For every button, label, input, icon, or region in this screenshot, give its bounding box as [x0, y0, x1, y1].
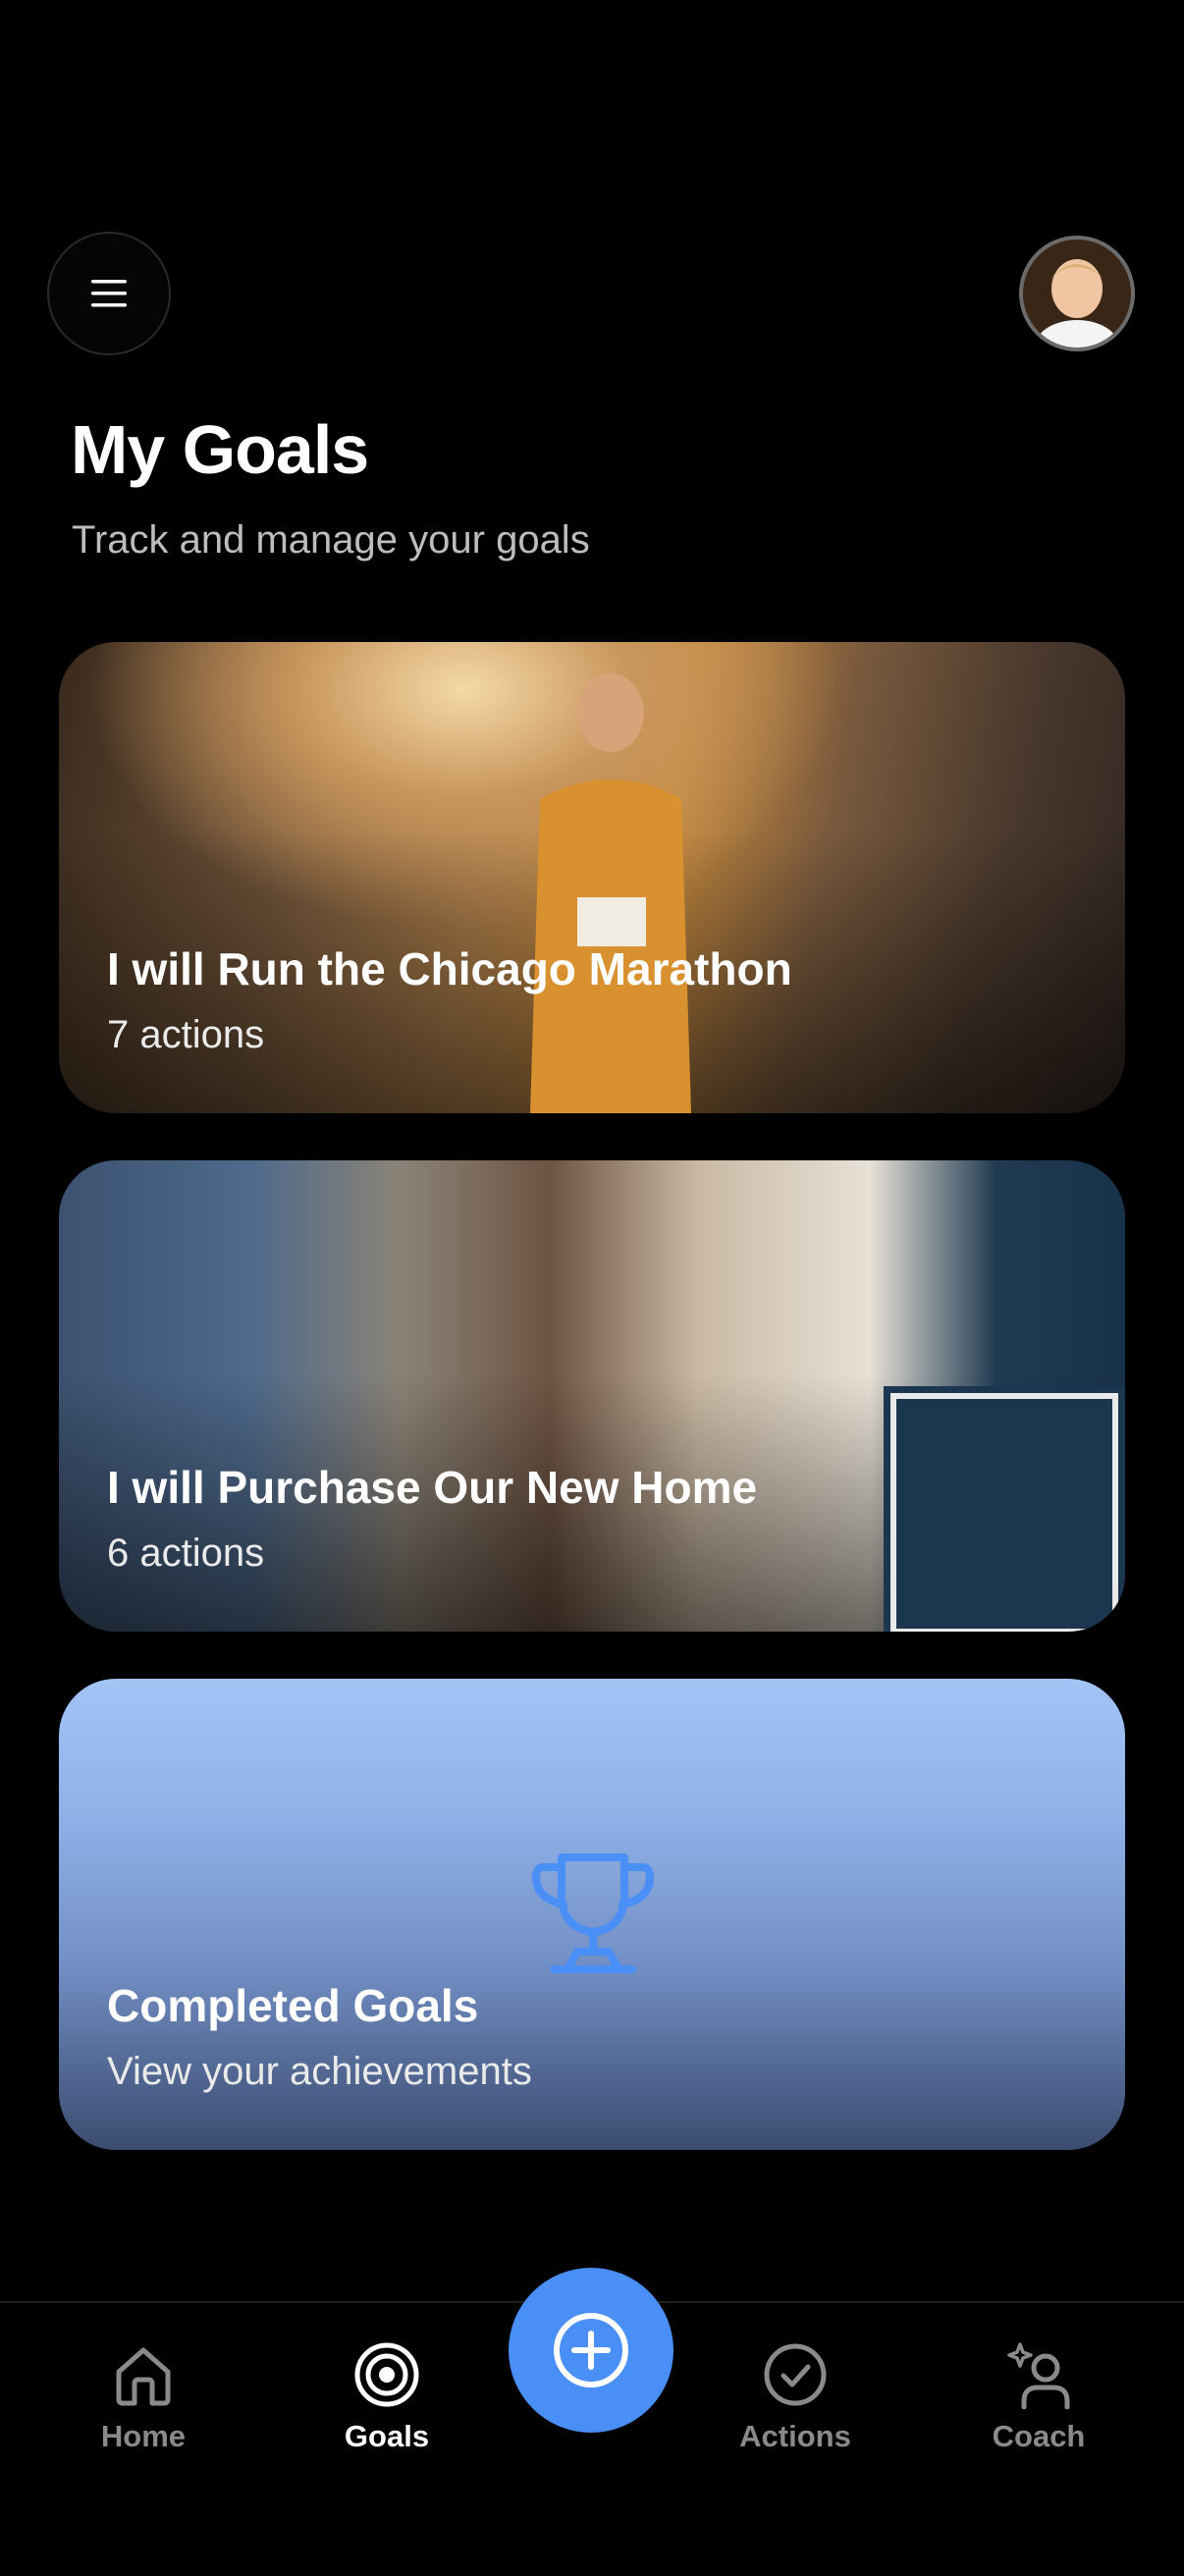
page-title: My Goals	[71, 411, 369, 488]
completed-goals-title: Completed Goals	[107, 1980, 479, 2031]
avatar-photo	[1023, 240, 1131, 348]
coach-sparkle-icon	[1007, 2342, 1070, 2409]
completed-goals-card[interactable]: Completed Goals View your achievements	[59, 1679, 1125, 2150]
tab-actions[interactable]: Actions	[697, 2340, 893, 2454]
goal-title: I will Purchase Our New Home	[107, 1462, 758, 1513]
goal-card-marathon[interactable]: I will Run the Chicago Marathon 7 action…	[59, 642, 1125, 1113]
check-circle-icon	[764, 2343, 827, 2406]
tab-label: Coach	[992, 2419, 1086, 2453]
page-subtitle: Track and manage your goals	[72, 518, 590, 562]
goal-actions-count: 6 actions	[107, 1531, 265, 1575]
add-goal-button[interactable]	[509, 2268, 673, 2433]
goal-title: I will Run the Chicago Marathon	[107, 943, 792, 994]
goal-card-home[interactable]: I will Purchase Our New Home 6 actions	[59, 1160, 1125, 1632]
tab-coach[interactable]: Coach	[941, 2340, 1137, 2454]
tab-home[interactable]: Home	[45, 2340, 242, 2454]
completed-goals-subtitle: View your achievements	[107, 2050, 532, 2093]
plus-circle-icon	[554, 2313, 628, 2388]
trophy-icon	[532, 1853, 654, 1973]
tab-goals[interactable]: Goals	[289, 2340, 485, 2454]
target-icon	[354, 2342, 419, 2407]
tab-label: Goals	[344, 2419, 430, 2453]
avatar[interactable]	[1019, 236, 1135, 351]
home-icon	[116, 2347, 171, 2406]
tab-label: Home	[100, 2419, 187, 2453]
goal-actions-count: 7 actions	[107, 1013, 265, 1056]
tab-label: Actions	[739, 2419, 851, 2453]
hamburger-menu-icon	[91, 280, 127, 307]
home-sign-photo	[884, 1386, 1125, 1632]
runner-photo	[530, 673, 691, 1113]
menu-button[interactable]	[47, 232, 171, 355]
